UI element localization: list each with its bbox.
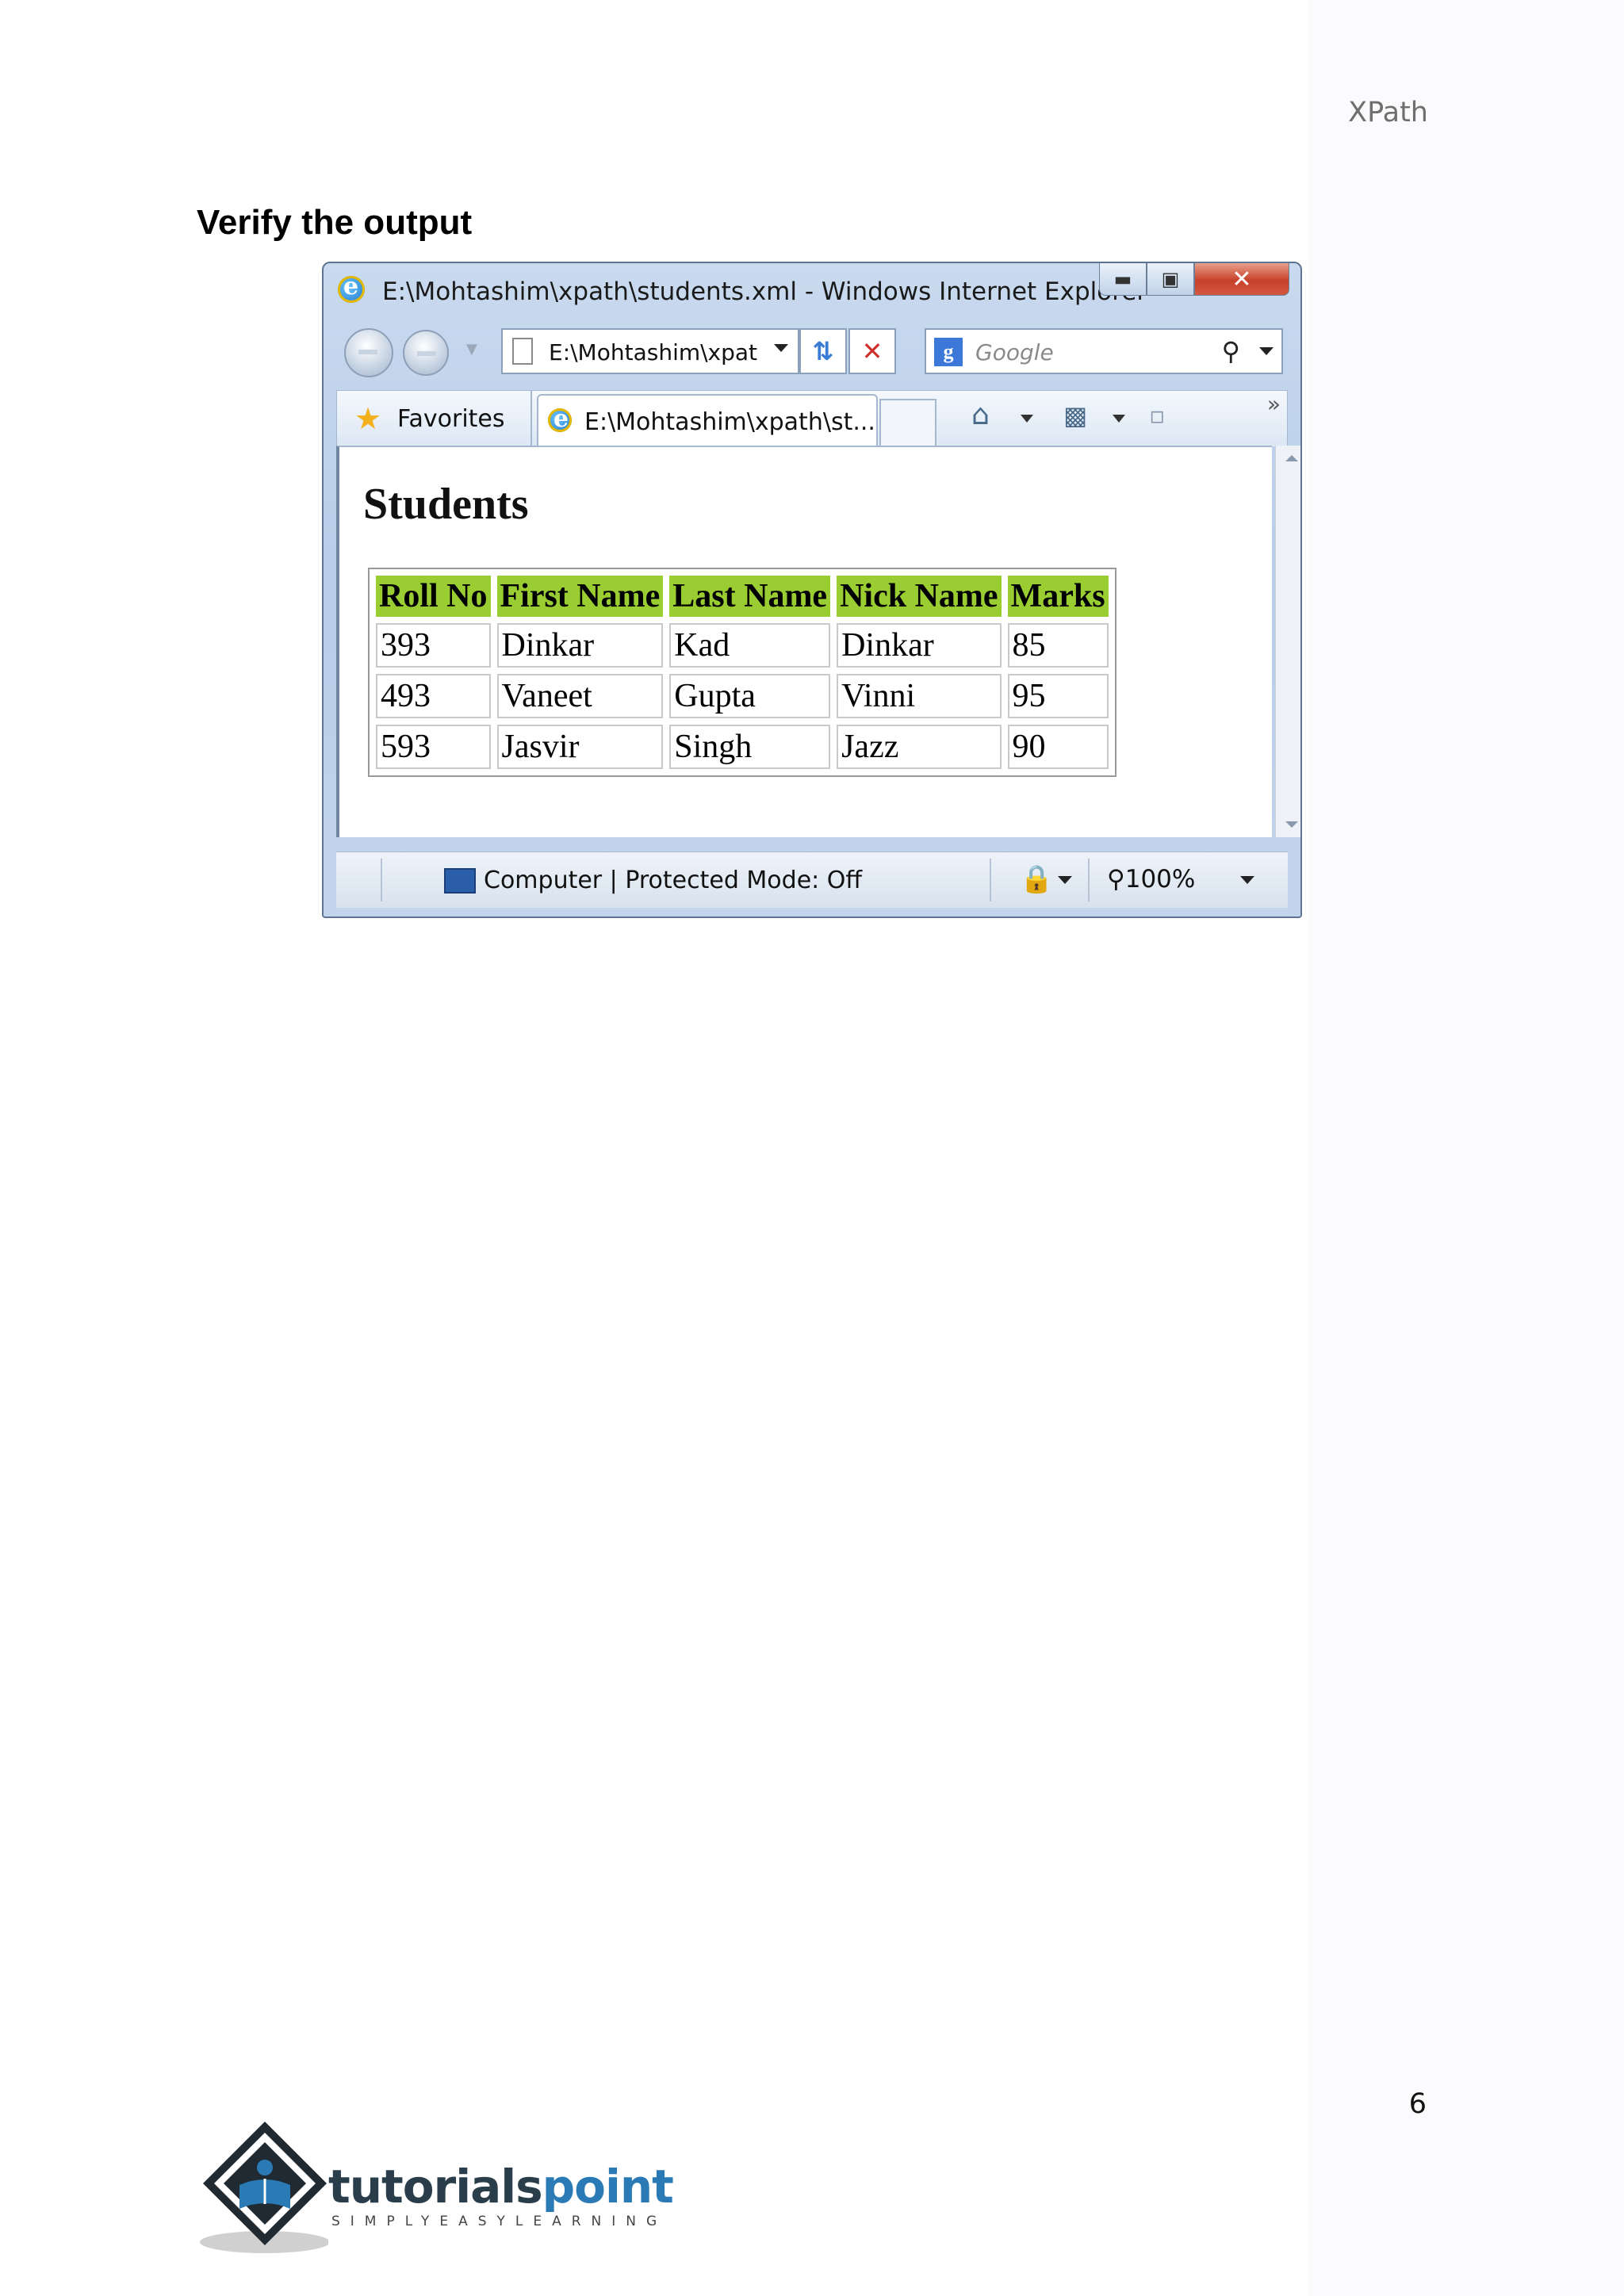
table-cell: 90 — [1007, 725, 1109, 769]
column-header: Roll No — [376, 576, 491, 617]
home-icon[interactable]: ⌂ — [971, 399, 990, 431]
search-box[interactable]: g Google ⚲ — [925, 328, 1283, 374]
browser-window: E:\Mohtashim\xpath\students.xml - Window… — [322, 262, 1302, 918]
zoom-icon: ⚲ — [1107, 865, 1125, 894]
status-divider — [1088, 859, 1090, 901]
status-text: Computer | Protected Mode: Off — [484, 867, 863, 894]
tutorialspoint-logo: tutorialspoint SIMPLYEASYLEARNING — [193, 2115, 674, 2258]
page-content: Students Roll No First Name Last Name Ni… — [336, 446, 1272, 837]
favorites-label: Favorites — [397, 405, 505, 433]
vertical-scrollbar[interactable] — [1275, 446, 1300, 837]
lock-icon[interactable]: 🔒 — [1020, 863, 1053, 895]
search-icon[interactable]: ⚲ — [1222, 336, 1240, 366]
students-table: Roll No First Name Last Name Nick Name M… — [368, 568, 1116, 777]
zoom-level[interactable]: ⚲100% — [1107, 865, 1195, 894]
document-title: Students — [363, 480, 529, 529]
computer-icon — [444, 868, 476, 894]
logo-tagline: SIMPLYEASYLEARNING — [331, 2214, 668, 2229]
close-button[interactable]: ✕ — [1194, 263, 1289, 296]
zoom-value: 100% — [1124, 865, 1196, 894]
scroll-down-icon[interactable] — [1285, 821, 1298, 828]
table-header-row: Roll No First Name Last Name Nick Name M… — [376, 576, 1109, 617]
caption-buttons: ▬ ▣ ✕ — [1099, 263, 1289, 298]
star-icon: ★ — [354, 401, 382, 436]
logo-emblem-icon — [200, 2122, 330, 2253]
refresh-button[interactable]: ⇅ — [799, 328, 847, 374]
scroll-up-icon[interactable] — [1285, 455, 1298, 461]
status-divider — [990, 859, 991, 901]
search-input[interactable]: Google — [975, 339, 1054, 365]
table-cell: Gupta — [669, 674, 831, 718]
table-row: 593 Jasvir Singh Jazz 90 — [376, 725, 1109, 769]
address-bar[interactable]: E:\Mohtashim\xpat — [501, 328, 799, 374]
zoom-dropdown-icon[interactable] — [1240, 876, 1254, 884]
title-bar: E:\Mohtashim\xpath\students.xml - Window… — [324, 263, 1300, 317]
feed-dropdown-icon[interactable] — [1113, 415, 1125, 423]
window-title: E:\Mohtashim\xpath\students.xml - Window… — [382, 277, 1147, 306]
page-icon — [512, 338, 533, 365]
table-row: 393 Dinkar Kad Dinkar 85 — [376, 623, 1109, 668]
running-header: XPath — [1348, 97, 1428, 128]
print-icon[interactable]: ▫ — [1149, 402, 1165, 430]
stop-button[interactable]: ✕ — [848, 328, 896, 374]
new-tab-button[interactable] — [879, 399, 936, 446]
column-header: Nick Name — [837, 576, 1002, 617]
table-cell: Kad — [669, 623, 831, 668]
close-icon: ✕ — [1231, 265, 1252, 293]
column-header: First Name — [496, 576, 664, 617]
favorites-bar: ★ Favorites E:\Mohtashim\xpath\st... ⌂ ▩… — [336, 390, 1288, 446]
table-cell: Dinkar — [496, 623, 664, 668]
home-dropdown-icon[interactable] — [1021, 415, 1033, 423]
ie-logo-icon — [338, 273, 365, 303]
status-divider — [381, 859, 382, 901]
chevron-right-icon[interactable]: » — [1267, 391, 1281, 417]
table-cell: 85 — [1007, 623, 1109, 668]
table-cell: Jasvir — [496, 725, 664, 769]
tab-label: E:\Mohtashim\xpath\st... — [584, 408, 875, 436]
refresh-icon: ⇅ — [812, 336, 834, 366]
table-cell: Dinkar — [837, 623, 1002, 668]
logo-word-tutorials: tutorials — [328, 2160, 543, 2214]
minimize-button[interactable]: ▬ — [1099, 263, 1147, 296]
logo-word-point: point — [542, 2160, 674, 2214]
table-cell: 593 — [376, 725, 491, 769]
table-cell: 393 — [376, 623, 491, 668]
section-heading: Verify the output — [197, 203, 473, 242]
back-button[interactable] — [344, 328, 393, 377]
favorites-button[interactable]: ★ Favorites — [342, 391, 532, 446]
table-row: 493 Vaneet Gupta Vinni 95 — [376, 674, 1109, 718]
address-input[interactable]: E:\Mohtashim\xpat — [549, 339, 757, 365]
page-number: 6 — [1408, 2088, 1427, 2120]
table-cell: Vaneet — [496, 674, 664, 718]
restore-button[interactable]: ▣ — [1147, 263, 1194, 296]
logo-wordmark: tutorialspoint — [328, 2160, 674, 2214]
table-cell: Vinni — [837, 674, 1002, 718]
tab-students[interactable]: E:\Mohtashim\xpath\st... — [537, 394, 878, 446]
navigation-bar: ▼ E:\Mohtashim\xpat ⇅ ✕ g Google ⚲ — [324, 317, 1300, 381]
search-options-icon[interactable] — [1259, 347, 1274, 355]
google-icon: g — [934, 338, 963, 366]
table-cell: Jazz — [837, 725, 1002, 769]
status-bar: Computer | Protected Mode: Off 🔒 ⚲100% — [336, 851, 1288, 908]
table-cell: 493 — [376, 674, 491, 718]
stop-icon: ✕ — [861, 336, 883, 366]
table-cell: Singh — [669, 725, 831, 769]
forward-button[interactable] — [403, 330, 449, 376]
minimize-icon: ▬ — [1113, 268, 1132, 290]
page-edge-shade — [1308, 0, 1624, 2296]
restore-icon: ▣ — [1161, 268, 1180, 290]
security-dropdown-icon[interactable] — [1058, 876, 1072, 884]
address-dropdown-icon[interactable] — [774, 344, 788, 352]
recent-pages-chevron-icon[interactable]: ▼ — [466, 341, 477, 358]
column-header: Marks — [1007, 576, 1109, 617]
table-cell: 95 — [1007, 674, 1109, 718]
column-header: Last Name — [669, 576, 831, 617]
feed-icon[interactable]: ▩ — [1063, 400, 1087, 430]
tab-ie-icon — [548, 405, 572, 433]
